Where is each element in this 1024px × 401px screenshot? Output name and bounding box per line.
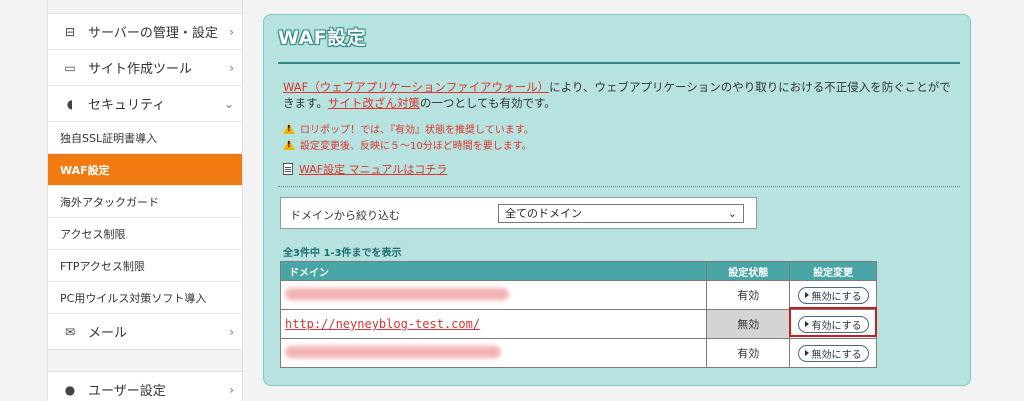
sidebar-item-label: ユーザー設定 bbox=[88, 384, 166, 399]
warning-recommend: ロリポップ！では、『有効』状態を推奨しています。 bbox=[283, 121, 534, 136]
warning-delay: 設定変更後、反映に５～10分ほど時間を要します。 bbox=[283, 137, 532, 152]
chevron-right-icon: › bbox=[229, 60, 234, 75]
result-count: 全3件中 1-3件までを表示 bbox=[283, 248, 402, 259]
sidebar-subitem-waf[interactable]: WAF設定 bbox=[48, 154, 242, 186]
manual-link[interactable]: WAF設定 マニュアルはコチラ bbox=[299, 161, 447, 177]
description: WAF（ウェブアプリケーションファイアウォール）により、ウェブアプリケーションの… bbox=[283, 79, 959, 111]
sidebar-item-label: サイト作成ツール bbox=[88, 62, 193, 77]
domain-table: ドメイン 設定状態 設定変更 有効 無効にする http://neyneyblo… bbox=[279, 261, 877, 368]
header-status: 設定状態 bbox=[706, 261, 791, 281]
shield-icon: ◖ bbox=[66, 96, 74, 111]
chevron-right-icon: › bbox=[229, 382, 234, 397]
table-row: http://neyneyblog-test.com/ 無効 有効にする bbox=[279, 309, 877, 339]
action-cell: 無効にする bbox=[789, 338, 877, 368]
chevron-right-icon: › bbox=[229, 324, 234, 339]
domain-link[interactable]: http://neyneyblog-test.com/ bbox=[285, 317, 480, 331]
laptop-icon: ▭ bbox=[64, 60, 76, 75]
header-change: 設定変更 bbox=[789, 261, 877, 281]
sidebar-subitem-access-restriction[interactable]: アクセス制限 bbox=[48, 218, 242, 250]
highlight-box bbox=[789, 307, 877, 337]
chevron-right-icon: › bbox=[229, 24, 234, 39]
sidebar: ⊟ サーバーの管理・設定 › ▭ サイト作成ツール › ◖ セキュリティ ⌄ 独… bbox=[47, 0, 243, 401]
chevron-down-icon: ⌄ bbox=[727, 207, 737, 220]
sidebar-item-label: サーバーの管理・設定 bbox=[88, 26, 218, 41]
sidebar-item-security[interactable]: ◖ セキュリティ ⌄ bbox=[48, 86, 242, 122]
blurred-domain bbox=[285, 287, 509, 300]
sidebar-item-site-tools[interactable]: ▭ サイト作成ツール › bbox=[48, 50, 242, 86]
server-icon: ⊟ bbox=[64, 24, 76, 39]
domain-filter: ドメインから絞り込む 全てのドメイン ⌄ bbox=[280, 197, 757, 229]
domain-select[interactable]: 全てのドメイン ⌄ bbox=[498, 204, 744, 223]
status-cell: 無効 bbox=[706, 309, 791, 339]
warning-icon bbox=[283, 123, 295, 134]
sidebar-subitem-overseas-attack-guard[interactable]: 海外アタックガード bbox=[48, 186, 242, 218]
site-tampering-link[interactable]: サイト改ざん対策 bbox=[328, 96, 420, 110]
disable-button[interactable]: 無効にする bbox=[797, 344, 869, 362]
manual-link-row[interactable]: WAF設定 マニュアルはコチラ bbox=[283, 161, 447, 177]
sidebar-item-label: メール bbox=[88, 326, 128, 341]
sidebar-item-server[interactable]: ⊟ サーバーの管理・設定 › bbox=[48, 14, 242, 50]
warning-icon bbox=[283, 139, 295, 150]
page-title: WAF設定 bbox=[278, 27, 367, 49]
sidebar-subitem-ssl[interactable]: 独自SSL証明書導入 bbox=[48, 122, 242, 154]
sidebar-subitem-ftp-restriction[interactable]: FTPアクセス制限 bbox=[48, 250, 242, 282]
table-row: 有効 無効にする bbox=[279, 338, 877, 368]
sidebar-subitem-antivirus[interactable]: PC用ウイルス対策ソフト導入 bbox=[48, 282, 242, 314]
warning-text: 設定変更後、反映に５～10分ほど時間を要します。 bbox=[300, 141, 532, 152]
page: ⊟ サーバーの管理・設定 › ▭ サイト作成ツール › ◖ セキュリティ ⌄ 独… bbox=[0, 0, 1024, 401]
chevron-down-icon: ⌄ bbox=[223, 96, 234, 111]
user-icon: ● bbox=[64, 382, 76, 397]
disable-button[interactable]: 無効にする bbox=[797, 286, 869, 304]
sidebar-item-mail[interactable]: ✉ メール › bbox=[48, 314, 242, 350]
description-text-2: の一つとしても有効です。 bbox=[419, 96, 556, 110]
sidebar-spacer bbox=[48, 350, 242, 372]
table-row: 有効 無効にする bbox=[279, 280, 877, 310]
sidebar-item-label: セキュリティ bbox=[88, 98, 166, 113]
header-domain: ドメイン bbox=[279, 261, 708, 281]
domain-cell bbox=[279, 338, 708, 368]
play-icon bbox=[804, 292, 809, 298]
status-cell: 有効 bbox=[706, 280, 791, 310]
button-label: 無効にする bbox=[811, 349, 862, 361]
warning-text: ロリポップ！では、『有効』状態を推奨しています。 bbox=[300, 125, 534, 136]
title-divider bbox=[278, 62, 960, 64]
button-label: 無効にする bbox=[811, 291, 862, 303]
domain-cell bbox=[279, 280, 708, 310]
blurred-domain bbox=[285, 345, 501, 358]
dotted-divider bbox=[278, 186, 960, 187]
action-cell: 無効にする bbox=[789, 280, 877, 310]
play-icon bbox=[804, 350, 809, 356]
filter-label: ドメインから絞り込む bbox=[290, 209, 400, 222]
domain-select-value: 全てのドメイン bbox=[505, 207, 582, 220]
mail-icon: ✉ bbox=[64, 324, 76, 339]
document-icon bbox=[283, 163, 293, 175]
waf-link[interactable]: WAF（ウェブアプリケーションファイアウォール） bbox=[283, 80, 549, 94]
domain-cell: http://neyneyblog-test.com/ bbox=[279, 309, 708, 339]
status-cell: 有効 bbox=[706, 338, 791, 368]
sidebar-spacer bbox=[48, 0, 242, 14]
table-header-row: ドメイン 設定状態 設定変更 bbox=[279, 261, 877, 281]
sidebar-item-user-settings[interactable]: ● ユーザー設定 › bbox=[48, 372, 242, 401]
